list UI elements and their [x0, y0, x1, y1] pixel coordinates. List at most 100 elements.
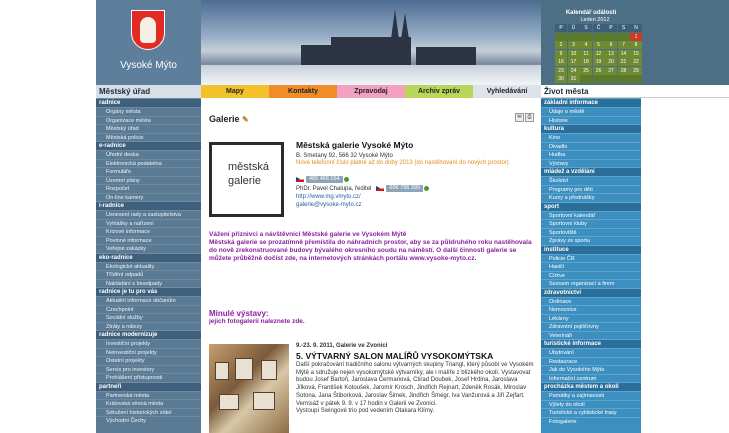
menu-item-skolstvi[interactable]: Školství	[541, 176, 641, 185]
menu-section-radnice-je-tu-pro-vas[interactable]: radnice je tu pro vás	[96, 287, 201, 296]
menu-item-organy-mesta[interactable]: Orgány města	[96, 107, 201, 116]
calendar-day[interactable]: 20	[605, 58, 617, 66]
menu-item-trideni-odpadu[interactable]: Třídění odpadů	[96, 270, 201, 279]
menu-item-rozpocet[interactable]: Rozpočet	[96, 184, 201, 193]
menu-item-programy-pro-deti[interactable]: Programy pro děti	[541, 184, 641, 194]
email-icon[interactable]: ✉	[515, 113, 524, 122]
menu-section-partneri[interactable]: partneři	[96, 381, 201, 391]
menu-item-divadlo[interactable]: Divadlo	[541, 141, 641, 151]
calendar-day[interactable]: 23	[555, 66, 567, 75]
menu-item-udaje-o-meste[interactable]: Údaje o městě	[541, 107, 641, 116]
menu-item-formulare[interactable]: Formuláře	[96, 167, 201, 176]
menu-item-fotogalerie[interactable]: Fotogalerie	[541, 416, 641, 426]
past-exhibitions-link[interactable]: jejich fotogalerii naleznete zde.	[209, 318, 305, 325]
calendar-day[interactable]: 11	[580, 49, 592, 58]
tab-kontakty[interactable]: Kontakty	[269, 85, 337, 98]
menu-section-prochazka-mestem-a-okoli[interactable]: procházka městem a okolí	[541, 382, 641, 391]
menu-item-pamatky-a-zajimavosti[interactable]: Památky a zajímavosti	[541, 391, 641, 400]
calendar-day[interactable]: 1	[630, 32, 642, 41]
calendar-day[interactable]: 13	[605, 49, 617, 58]
calendar-day[interactable]: 29	[630, 66, 642, 75]
menu-item-neinvesticni-projekty[interactable]: Neinvestiční projekty	[96, 347, 201, 357]
menu-section-instituce[interactable]: instituce	[541, 244, 641, 254]
calendar-day[interactable]: 3	[567, 41, 580, 49]
calendar-day[interactable]: 28	[617, 66, 630, 75]
menu-item-uzemni-plany[interactable]: Územní plány	[96, 175, 201, 185]
menu-section-i-radnice[interactable]: i-radnice	[96, 201, 201, 210]
calendar-month[interactable]: Leden 2012	[559, 17, 631, 23]
menu-item-kralovska-venna-mesta[interactable]: Královská věnná města	[96, 399, 201, 408]
menu-item-socialni-sluzby[interactable]: Sociální služby	[96, 313, 201, 322]
menu-section-radnice-modernizuje[interactable]: radnice modernizuje	[96, 330, 201, 339]
menu-item-lekarny[interactable]: Lékárny	[541, 313, 641, 323]
menu-item-ostatni-projekty[interactable]: Ostatní projekty	[96, 356, 201, 365]
menu-item-ekologicke-aktuality[interactable]: Ekologické aktuality	[96, 261, 201, 271]
calendar-day[interactable]: 18	[580, 58, 592, 66]
menu-item-mestska-policie[interactable]: Městská policie	[96, 132, 201, 142]
menu-item-sportoviste[interactable]: Sportoviště	[541, 227, 641, 237]
menu-section-kultura[interactable]: kultura	[541, 124, 641, 133]
tab-mapy[interactable]: Mapy	[201, 85, 269, 98]
menu-item-nemocnice[interactable]: Nemocnice	[541, 305, 641, 314]
menu-item-povinne-informace[interactable]: Povinné informace	[96, 235, 201, 245]
menu-section-e-radnice[interactable]: e-radnice	[96, 141, 201, 150]
calendar-day[interactable]: 10	[567, 49, 580, 58]
menu-item-historie[interactable]: Historie	[541, 115, 641, 125]
menu-item-partnerska-mesta[interactable]: Partnerská města	[96, 390, 201, 400]
menu-item-investicni-projekty[interactable]: Investiční projekty	[96, 339, 201, 348]
menu-item-ubytovani[interactable]: Ubytování	[541, 348, 641, 357]
phone-icon[interactable]	[343, 177, 349, 182]
calendar-day[interactable]: 30	[555, 75, 567, 83]
tab-zpravodaj[interactable]: Zpravodaj	[337, 85, 405, 98]
calendar-day[interactable]: 2	[555, 41, 567, 49]
calendar-day[interactable]: 5	[592, 41, 605, 49]
menu-item-krizove-informace[interactable]: Krizové informace	[96, 227, 201, 236]
menu-item-policie-cr[interactable]: Policie ČR	[541, 253, 641, 263]
menu-section-zdravotnictvi[interactable]: zdravotnictví	[541, 287, 641, 297]
calendar-day[interactable]: 12	[592, 49, 605, 58]
phone-icon[interactable]	[423, 186, 429, 191]
menu-item-kino[interactable]: Kino	[541, 133, 641, 142]
menu-item-ztraty-a-nalezy[interactable]: Ztráty a nálezy	[96, 321, 201, 331]
menu-item-sportovni-kalendar[interactable]: Sportovní kalendář	[541, 210, 641, 220]
menu-item-mestsky-urad[interactable]: Městský úřad	[96, 124, 201, 133]
menu-item-veterinari[interactable]: Veterináři	[541, 330, 641, 340]
menu-item-zdravotni-pojistovny[interactable]: Zdravotní pojišťovny	[541, 322, 641, 331]
menu-item-vystavy[interactable]: Výstavy	[541, 158, 641, 168]
menu-item-restaurace[interactable]: Restaurace	[541, 356, 641, 366]
calendar-day[interactable]: 21	[617, 58, 630, 66]
menu-item-vychodni-cechy[interactable]: Východní Čechy	[96, 416, 201, 425]
calendar-day[interactable]: 4	[580, 41, 592, 49]
menu-item-vyhlasky-a-narizeni[interactable]: Vyhlášky a nařízení	[96, 218, 201, 228]
menu-section-zakladni-informace[interactable]: základní informace	[541, 98, 641, 107]
menu-item-cirkve[interactable]: Církve	[541, 270, 641, 280]
menu-item-czechpoint[interactable]: Czechpoint	[96, 304, 201, 314]
calendar-day[interactable]: 7	[617, 41, 630, 49]
menu-section-mladez-a-vzdelani[interactable]: mládež a vzdělání	[541, 167, 641, 176]
menu-item-sdruzeni-historickych-sidel[interactable]: Sdružení historických sídel	[96, 407, 201, 417]
menu-item-hasici[interactable]: Hasiči	[541, 262, 641, 271]
calendar-day[interactable]: 15	[630, 49, 642, 58]
site-logo-area[interactable]: Vysoké Mýto	[96, 0, 201, 85]
calendar-day[interactable]: 9	[555, 49, 567, 58]
gallery-email-link[interactable]: galerie@vysoke-myto.cz	[296, 202, 361, 208]
calendar-day[interactable]: 26	[592, 66, 605, 75]
menu-item-hudba[interactable]: Hudba	[541, 150, 641, 159]
menu-item-usneseni-rady-a-zastupitelstva[interactable]: Usnesení rady a zastupitelstva	[96, 210, 201, 219]
menu-item-aktualni-informace-obcanum[interactable]: Aktuální informace občanům	[96, 296, 201, 305]
menu-item-sportovni-kluby[interactable]: Sportovní kluby	[541, 219, 641, 228]
menu-item-organizace-mesta[interactable]: Organizace města	[96, 115, 201, 125]
menu-item-kurzy-a-prednasky[interactable]: Kurzy a přednášky	[541, 193, 641, 202]
exhibition-photo[interactable]	[209, 344, 289, 433]
calendar-day[interactable]: 16	[555, 58, 567, 66]
calendar-day[interactable]: 24	[567, 66, 580, 75]
menu-section-turisticke-informace[interactable]: turistické informace	[541, 339, 641, 348]
menu-item-zpravy-ze-sportu[interactable]: Zprávy ze sportu	[541, 236, 641, 245]
calendar-day[interactable]: 8	[630, 41, 642, 49]
menu-item-turisticke-a-cyklisticke-trasy[interactable]: Turistické a cyklistické trasy	[541, 408, 641, 417]
menu-item-ordinace[interactable]: Ordinace	[541, 296, 641, 306]
calendar-day[interactable]: 25	[580, 66, 592, 75]
tab-vyhledavani[interactable]: Vyhledávání	[473, 85, 541, 98]
calendar-day[interactable]: 17	[567, 58, 580, 66]
calendar-day[interactable]: 19	[592, 58, 605, 66]
